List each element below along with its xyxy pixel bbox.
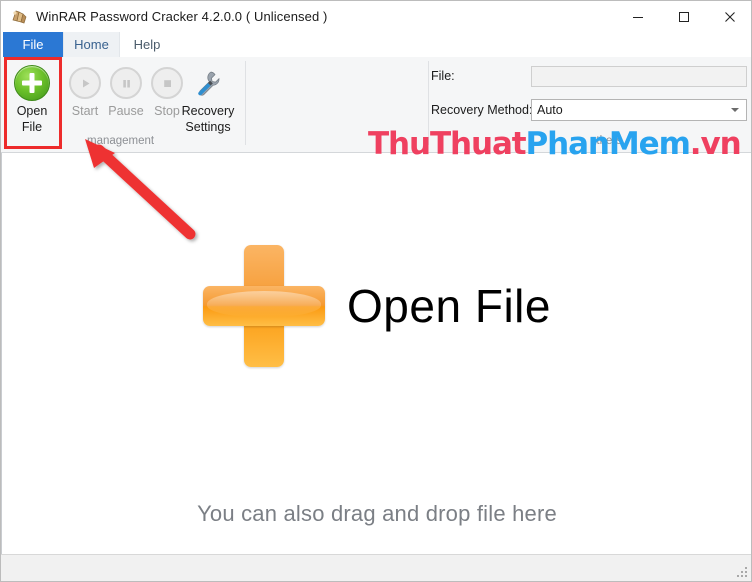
minimize-button[interactable] [615,1,661,32]
recovery-settings-label-line1: Recovery [181,104,235,118]
ribbon-group-divider-1 [245,61,246,145]
recovery-method-row: Recovery Method: Auto [431,99,747,121]
file-field-row: File: [431,65,747,87]
winrar-books-icon [10,8,28,26]
maximize-button[interactable] [661,1,707,32]
file-field-label: File: [431,69,455,83]
open-file-ribbon-label-line1: Open [16,104,48,118]
window-controls [615,1,751,32]
tab-help-label: Help [133,37,161,52]
ribbon-form-panel: File: Recovery Method: Auto [431,65,747,133]
file-path-input[interactable] [531,65,747,87]
play-icon [69,63,101,103]
recovery-settings-label-line2: Settings [185,120,231,134]
recovery-method-label: Recovery Method: [431,103,533,117]
open-file-dropzone[interactable]: Open File [2,245,751,367]
open-file-ribbon-label-line2: File [21,120,43,134]
title-bar: WinRAR Password Cracker 4.2.0.0 ( Unlice… [1,1,751,32]
green-plus-circle-icon [14,63,50,103]
ribbon-group-label-others: others [590,135,622,147]
stop-ribbon-label: Stop [154,104,180,118]
tab-home[interactable]: Home [63,32,120,57]
recovery-method-dropdown[interactable]: Auto [531,99,747,121]
resize-grip-icon[interactable] [737,567,749,579]
window-title: WinRAR Password Cracker 4.2.0.0 ( Unlice… [36,9,328,24]
recovery-settings-ribbon-button[interactable]: Recovery Settings [177,61,239,135]
open-file-ribbon-button[interactable]: Open File [6,61,58,135]
recovery-method-value: Auto [537,103,563,117]
drag-drop-hint: You can also drag and drop file here [197,501,557,526]
ribbon-group-label-management: management [87,135,155,147]
wrench-screwdriver-icon [191,63,225,103]
tab-file-label: File [22,37,44,52]
orange-plus-icon [203,245,326,367]
main-content-area: Open File You can also drag and drop fil… [1,153,751,554]
pause-icon [110,63,142,103]
ribbon-group-divider-2 [428,61,429,145]
open-file-heading: Open File [347,280,551,332]
ribbon-tab-strip: File Home Help ? [1,32,751,84]
tab-help[interactable]: Help [120,32,174,57]
tab-file[interactable]: File [3,32,63,57]
status-bar [1,554,751,581]
pause-ribbon-label: Pause [108,104,144,118]
ribbon-panel: Open File Start Pause Stop Recovery Sett… [1,57,751,153]
chevron-down-icon [731,108,739,112]
start-ribbon-label: Start [71,104,99,118]
tab-home-label: Home [74,37,109,52]
close-button[interactable] [707,1,751,32]
application-window: WinRAR Password Cracker 4.2.0.0 ( Unlice… [0,0,752,582]
